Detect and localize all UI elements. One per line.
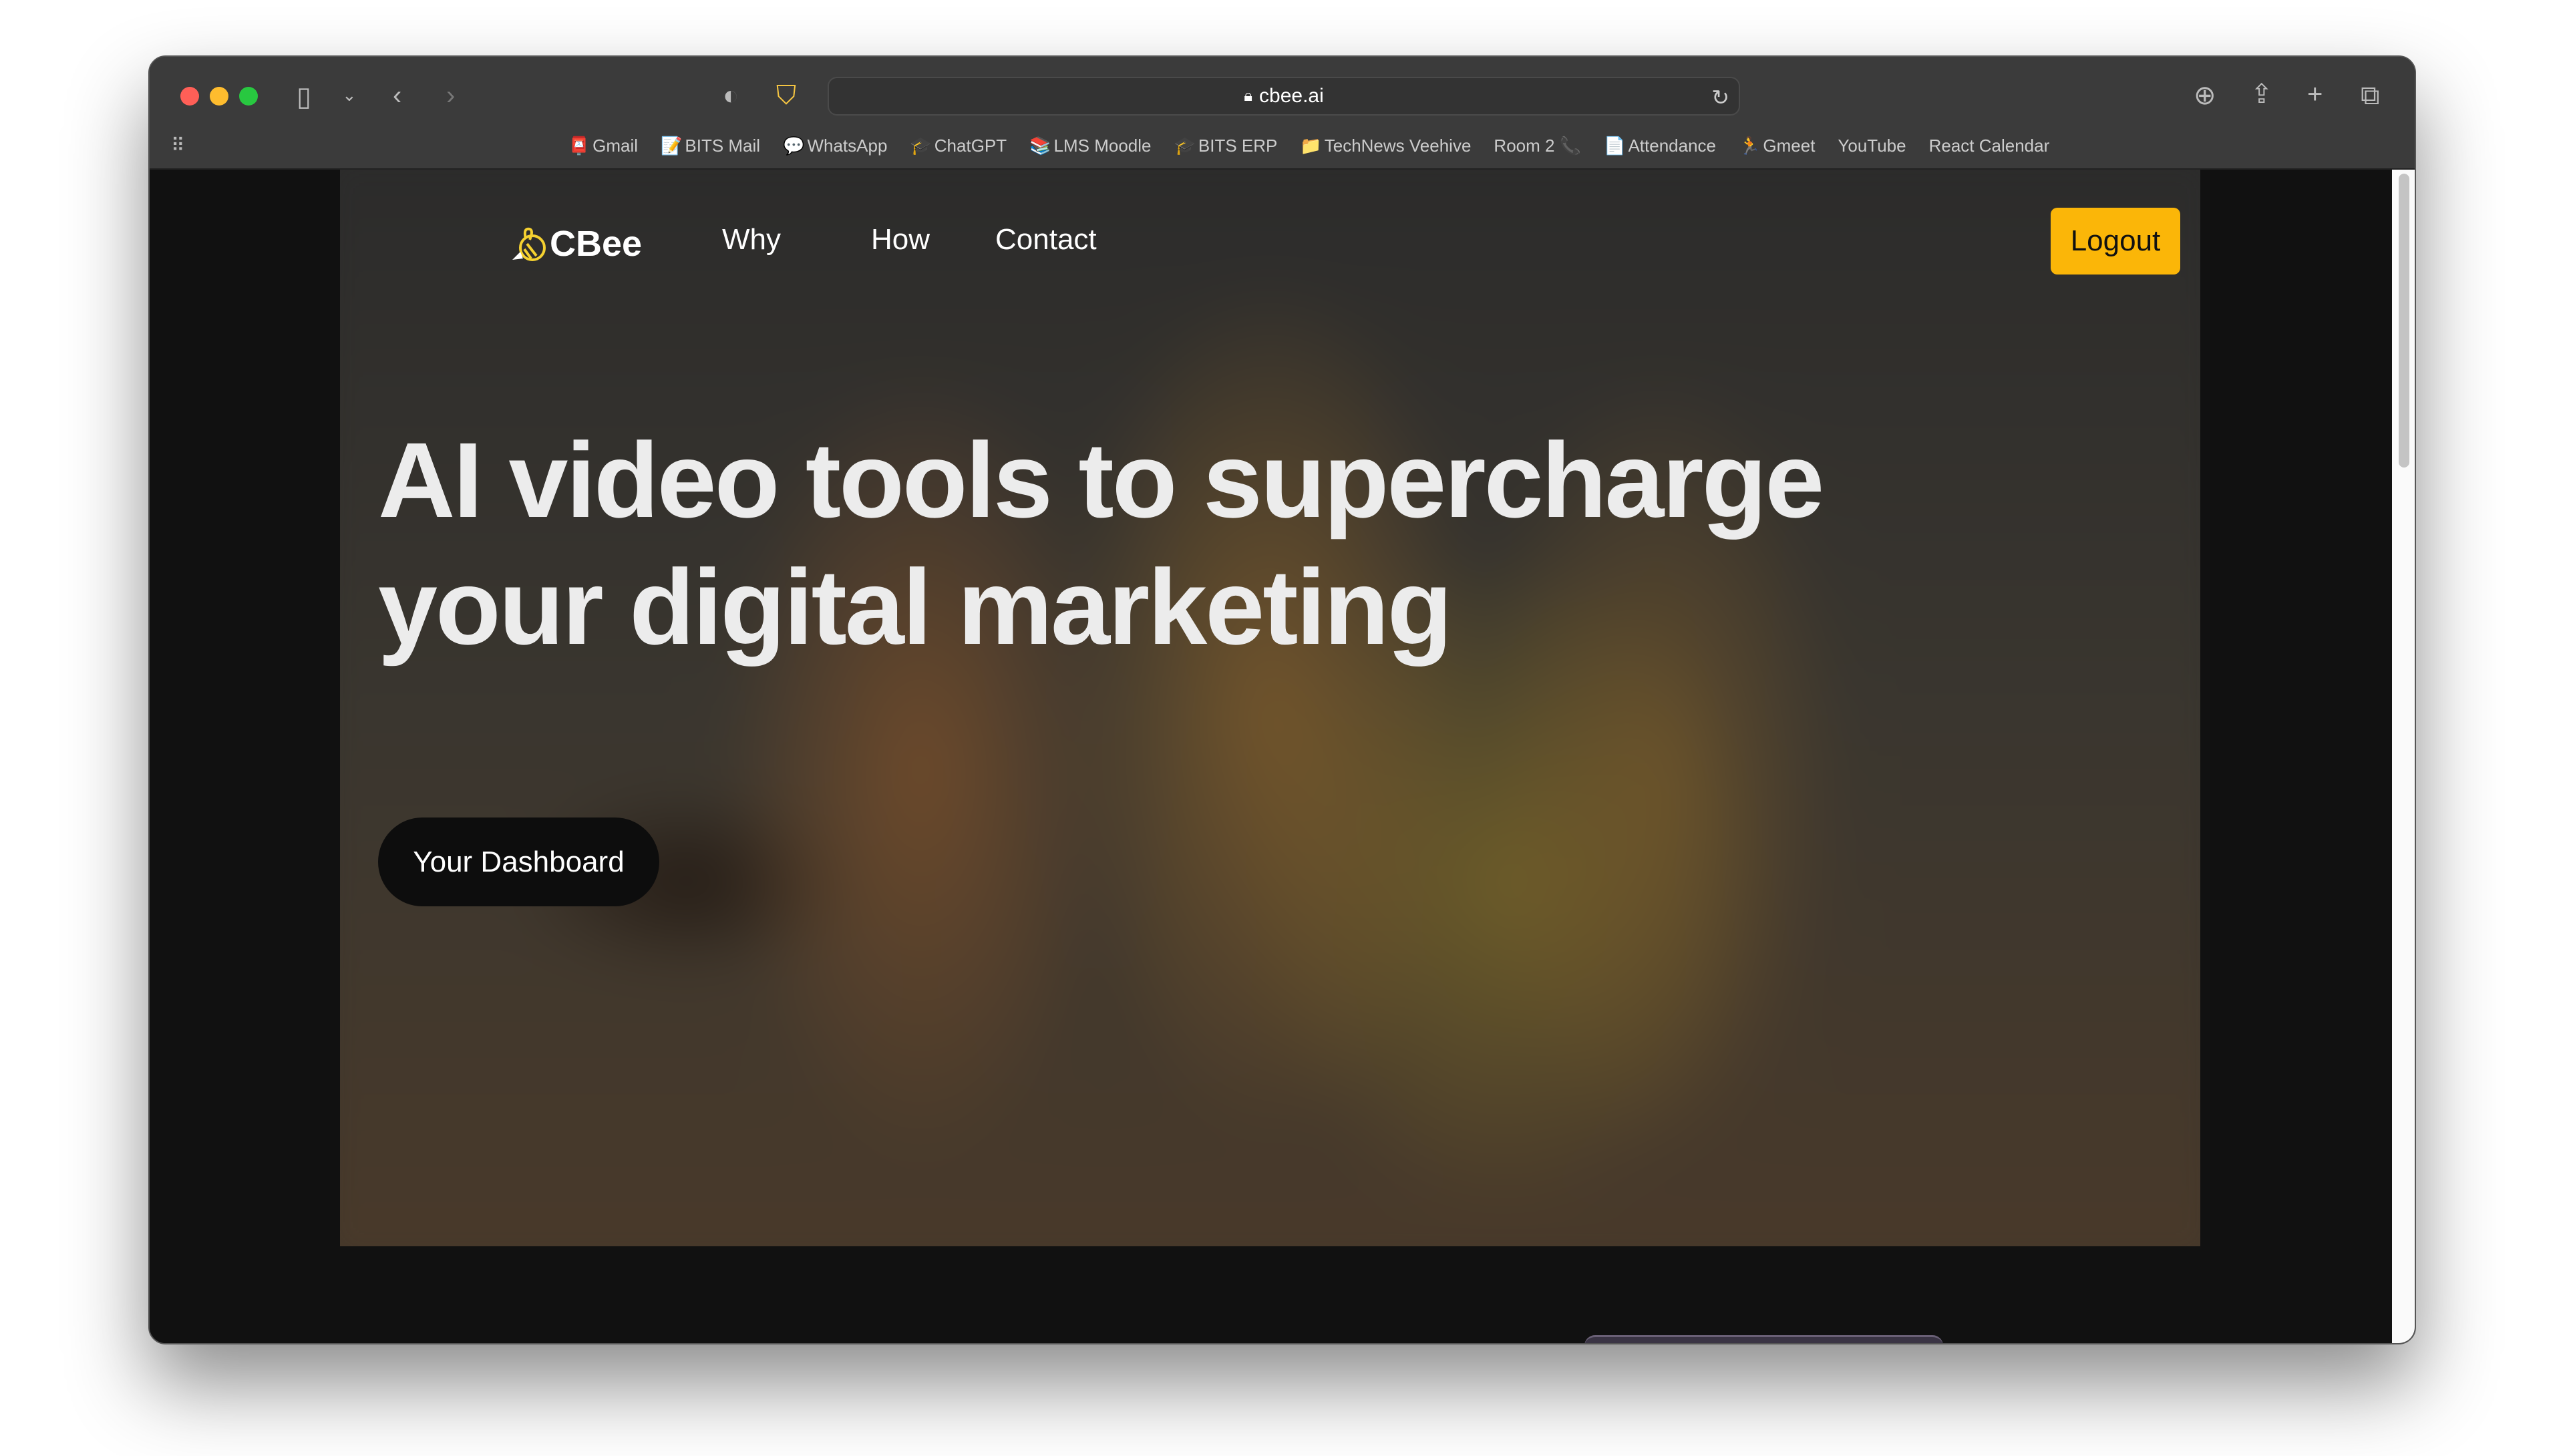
bookmark-label: TechNews Veehive — [1324, 136, 1472, 156]
phone-icon: 📞 — [1554, 136, 1582, 156]
downloads-icon[interactable]: ⊕ — [2194, 82, 2216, 109]
bookmark-label: React Calendar — [1928, 136, 2050, 156]
chat-icon: 💬 — [783, 136, 805, 156]
hero-headline: AI video tools to supercharge your digit… — [378, 420, 1824, 667]
share-icon[interactable]: ⇪ — [2250, 81, 2273, 108]
dashboard-button[interactable]: Your Dashboard — [378, 817, 659, 906]
grad-cap-icon: 🎓 — [1174, 136, 1196, 156]
bookmark-bits-mail[interactable]: 📝 BITS Mail — [661, 136, 760, 156]
page-content: CBee Why How Contact Logout AI video too… — [150, 170, 2394, 1343]
note-icon: 📝 — [661, 136, 683, 156]
new-tab-icon[interactable]: + — [2307, 81, 2323, 108]
tab-overview-icon[interactable]: ⧉ — [2361, 82, 2380, 109]
bookmark-label: BITS Mail — [685, 136, 761, 156]
bookmark-label: Gmeet — [1763, 136, 1816, 156]
bookmark-bits-erp[interactable]: 🎓 BITS ERP — [1174, 136, 1278, 156]
reload-icon[interactable]: ↻ — [1711, 85, 1729, 110]
hero-section: CBee Why How Contact Logout AI video too… — [340, 170, 2200, 1246]
bookmark-whatsapp[interactable]: 💬 WhatsApp — [783, 136, 887, 156]
document-icon: 📄 — [1604, 136, 1626, 156]
zoom-window-button[interactable] — [239, 87, 258, 106]
bookmark-label: WhatsApp — [807, 136, 888, 156]
bookmark-label: ChatGPT — [934, 136, 1007, 156]
close-window-button[interactable] — [180, 87, 199, 106]
person-icon: 🏃 — [1739, 136, 1761, 156]
minimize-window-button[interactable] — [210, 87, 228, 106]
brand-name: CBee — [550, 224, 643, 264]
nav-link-how[interactable]: How — [871, 223, 930, 256]
site-nav: CBee Why How Contact Logout — [340, 170, 2200, 317]
bookmark-label: Attendance — [1628, 136, 1717, 156]
privacy-shield-icon[interactable]: ◐ — [723, 82, 739, 109]
chevron-down-icon[interactable]: ⌄ — [342, 86, 357, 104]
brand-logo[interactable]: CBee — [510, 223, 642, 264]
bookmark-label: LMS Moodle — [1053, 136, 1152, 156]
books-icon: 📚 — [1029, 136, 1051, 156]
nav-link-contact[interactable]: Contact — [995, 223, 1097, 256]
gmail-icon: 📮 — [568, 136, 590, 156]
logout-button[interactable]: Logout — [2051, 208, 2180, 275]
bookmarks-bar: 📮 Gmail 📝 BITS Mail 💬 WhatsApp 🎓 ChatGPT 📚 LMS Mo… — [150, 136, 2415, 156]
bookmark-gmail[interactable]: 📮 Gmail — [568, 136, 638, 156]
bee-icon — [512, 227, 546, 261]
back-icon[interactable]: ‹ — [393, 82, 401, 109]
bookmark-room-2[interactable]: Room 2 📞 — [1494, 136, 1581, 156]
bookmark-chatgpt[interactable]: 🎓 ChatGPT — [910, 136, 1007, 156]
bookmark-gmeet[interactable]: 🏃 Gmeet — [1739, 136, 1815, 156]
bookmark-label: YouTube — [1838, 136, 1906, 156]
grad-cap-icon: 🎓 — [910, 136, 932, 156]
adblock-shield-icon[interactable]: ⛉ — [776, 82, 796, 109]
lock-icon: 🔒︎ — [1244, 87, 1253, 105]
bookmark-attendance[interactable]: 📄 Attendance — [1604, 136, 1716, 156]
browser-window: ▯ ⌄ ‹ › ◐ ⛉ 🔒︎ cbee.ai ↻ ⊕ ⇪ + ⧉ ⠿ 📮 Gmai… — [148, 55, 2416, 1344]
bookmark-label: Gmail — [592, 136, 639, 156]
bookmark-label: BITS ERP — [1198, 136, 1278, 156]
url-text: cbee.ai — [1259, 85, 1324, 107]
folder-icon: 📁 — [1300, 136, 1322, 156]
browser-toolbar: ▯ ⌄ ‹ › ◐ ⛉ 🔒︎ cbee.ai ↻ ⊕ ⇪ + ⧉ ⠿ 📮 Gmai… — [150, 57, 2415, 170]
bookmark-technews-veehive[interactable]: 📁 TechNews Veehive — [1300, 136, 1471, 156]
bottom-tab-handle[interactable] — [1584, 1335, 1943, 1343]
sidebar-toggle-icon[interactable]: ▯ — [297, 83, 311, 110]
bookmark-lms-moodle[interactable]: 📚 LMS Moodle — [1029, 136, 1151, 156]
bookmark-react-calendar[interactable]: React Calendar — [1929, 136, 2050, 156]
scrollbar-thumb[interactable] — [2399, 174, 2409, 468]
address-bar[interactable]: 🔒︎ cbee.ai ↻ — [828, 77, 1740, 116]
bookmark-label: Room 2 — [1494, 136, 1555, 156]
forward-icon[interactable]: › — [446, 82, 455, 109]
hero-background-image — [340, 170, 2200, 1246]
scrollbar[interactable] — [2392, 170, 2415, 1343]
nav-link-why[interactable]: Why — [722, 223, 781, 256]
bookmark-youtube[interactable]: YouTube — [1838, 136, 1906, 156]
